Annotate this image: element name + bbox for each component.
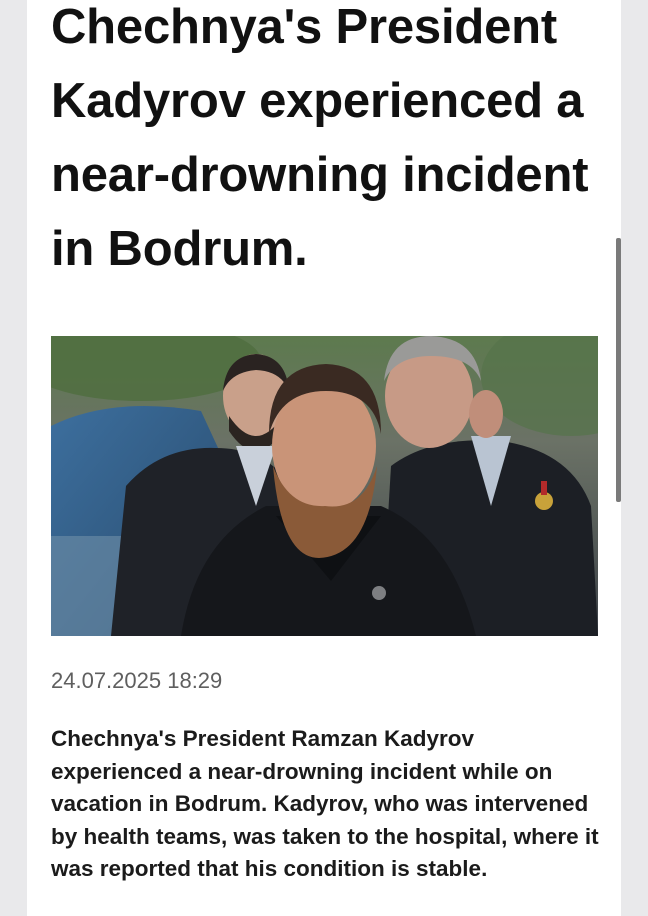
photo-illustration (51, 336, 598, 636)
article-photo[interactable] (51, 336, 598, 636)
article-headline: Chechnya's President Kadyrov experienced… (51, 0, 589, 276)
publish-timestamp: 24.07.2025 18:29 (51, 668, 223, 693)
scrollbar[interactable] (616, 238, 621, 502)
article-body: Chechnya's President Ramzan Kadyrov expe… (51, 726, 599, 881)
article-card: Chechnya's President Kadyrov experienced… (27, 0, 621, 916)
